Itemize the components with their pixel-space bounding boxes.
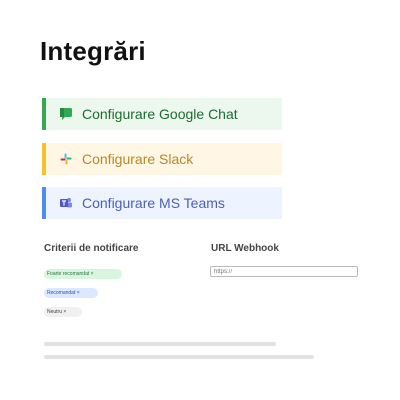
- google-chat-icon: [58, 106, 74, 122]
- integrations-page: Integrări Configurare Google Chat Config…: [0, 0, 400, 400]
- configure-slack-label: Configurare Slack: [82, 151, 194, 167]
- configure-ms-teams-label: Configurare MS Teams: [82, 195, 225, 211]
- ms-teams-icon: [58, 195, 74, 211]
- configure-slack-button[interactable]: Configurare Slack: [42, 143, 282, 175]
- notification-criteria-label: Criterii de notificare: [44, 243, 139, 254]
- configure-ms-teams-button[interactable]: Configurare MS Teams: [42, 187, 282, 219]
- page-title: Integrări: [40, 36, 146, 66]
- criteria-chip-recommended[interactable]: Recomandat ×: [44, 288, 98, 298]
- configure-google-chat-label: Configurare Google Chat: [82, 106, 238, 122]
- criteria-chip-highly-recommended[interactable]: Foarte recomandat ×: [44, 269, 122, 279]
- webhook-url-label: URL Webhook: [211, 243, 279, 254]
- webhook-url-input[interactable]: [210, 266, 358, 277]
- configure-google-chat-button[interactable]: Configurare Google Chat: [42, 98, 282, 130]
- criteria-chip-neutral[interactable]: Neutru ×: [44, 307, 82, 317]
- placeholder-line: [44, 355, 314, 359]
- slack-icon: [58, 151, 74, 167]
- placeholder-line: [44, 342, 276, 346]
